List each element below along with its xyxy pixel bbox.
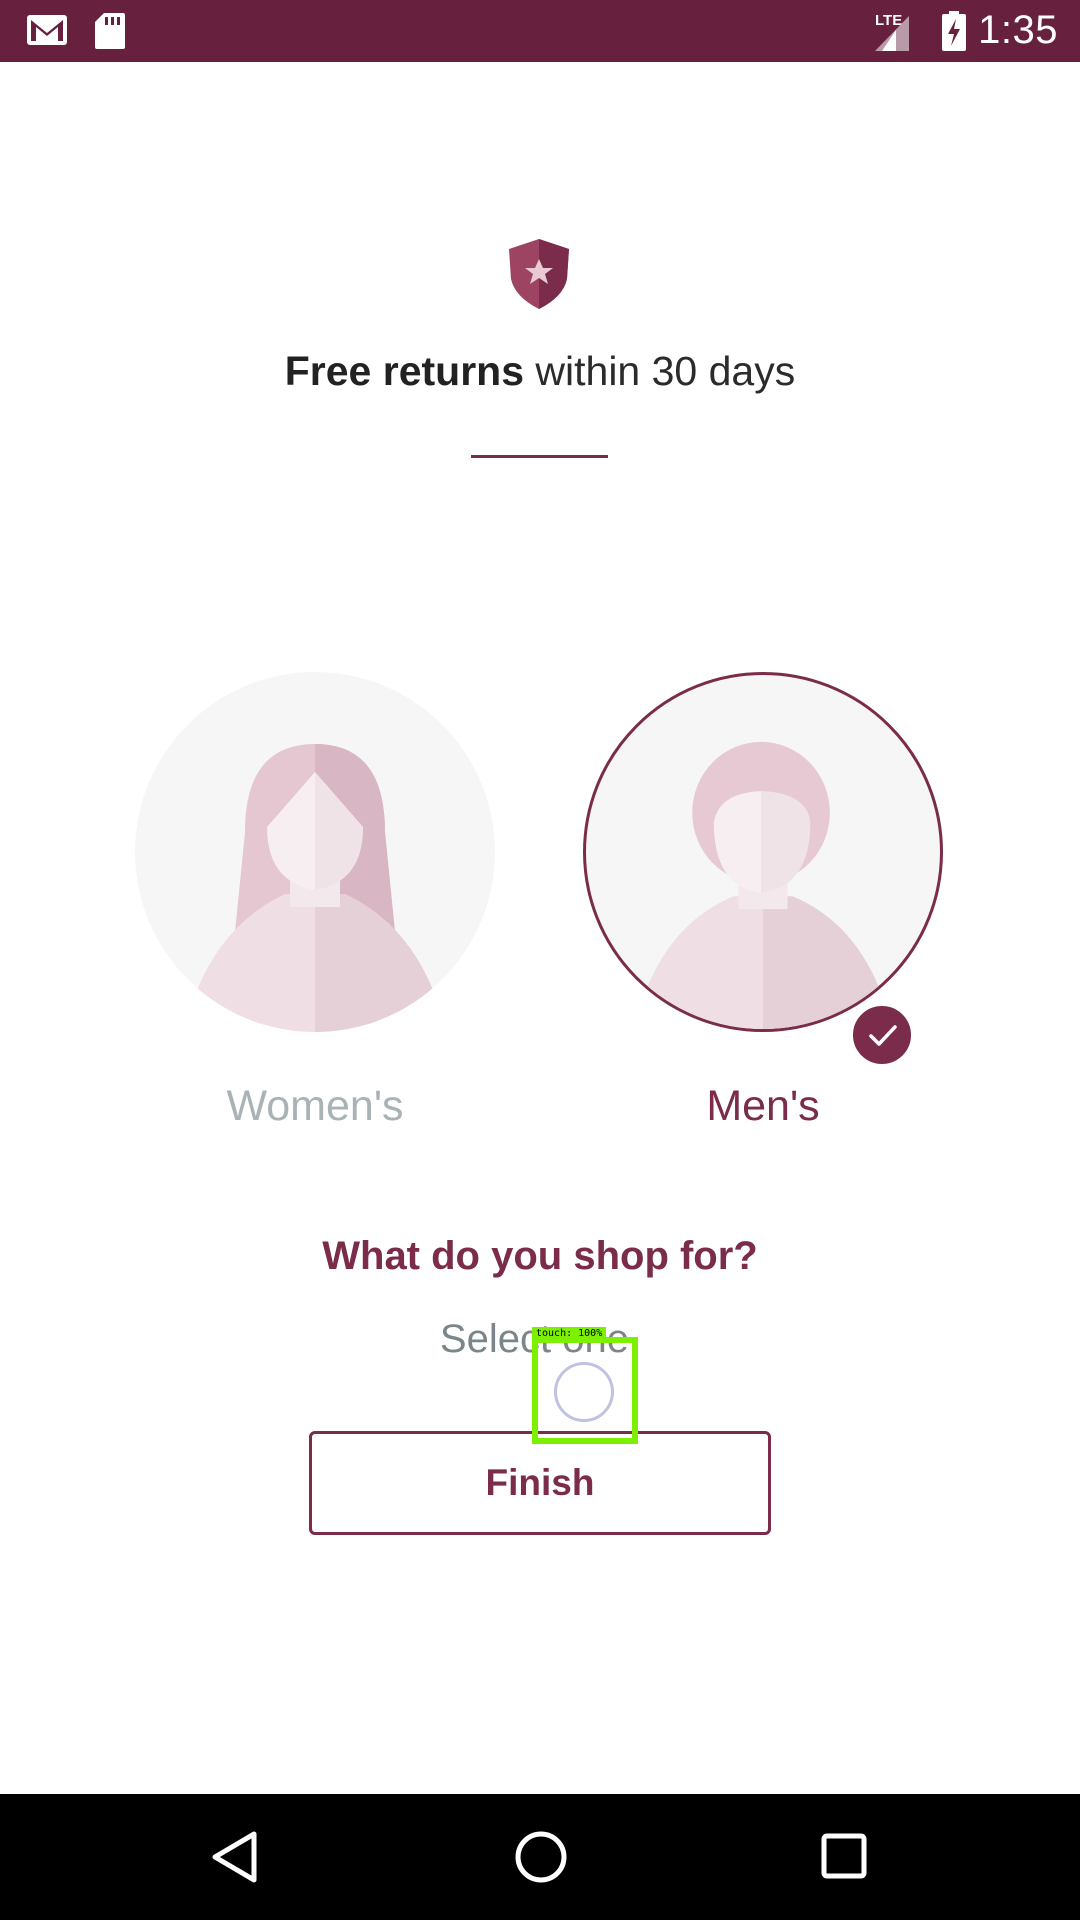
navigation-bar (0, 1794, 1080, 1920)
lte-signal-icon: LTE (875, 12, 909, 51)
svg-text:LTE: LTE (875, 12, 902, 29)
clock: 1:35 (978, 8, 1058, 52)
divider (471, 455, 608, 458)
back-icon[interactable] (210, 1830, 260, 1884)
battery-charging-icon (942, 11, 966, 51)
woman-avatar-icon (197, 744, 433, 1032)
man-avatar-icon (646, 741, 880, 1029)
sd-card-icon (95, 13, 125, 49)
recents-icon[interactable] (820, 1832, 868, 1880)
shield-star-icon (509, 239, 569, 309)
check-icon (869, 1025, 897, 1046)
men-label[interactable]: Men's (583, 1082, 943, 1131)
gmail-icon (27, 15, 67, 45)
onboarding-screen: Free returns within 30 days Women's Men'… (0, 62, 1080, 1794)
men-option[interactable] (583, 672, 943, 1032)
headline-rest: within 30 days (524, 348, 796, 394)
touch-ripple (554, 1362, 614, 1422)
free-returns-headline: Free returns within 30 days (0, 348, 1080, 395)
women-option[interactable] (135, 672, 495, 1032)
selected-check-badge (850, 1003, 914, 1067)
touch-indicator: touch: 100% (532, 1274, 639, 1444)
women-label[interactable]: Women's (135, 1082, 495, 1131)
home-icon[interactable] (514, 1830, 568, 1884)
shop-for-question: What do you shop for? (322, 1234, 758, 1278)
headline-bold: Free returns (284, 348, 525, 394)
finish-button[interactable]: Finish (309, 1431, 771, 1535)
status-bar: LTE 1:35 (0, 0, 1080, 62)
